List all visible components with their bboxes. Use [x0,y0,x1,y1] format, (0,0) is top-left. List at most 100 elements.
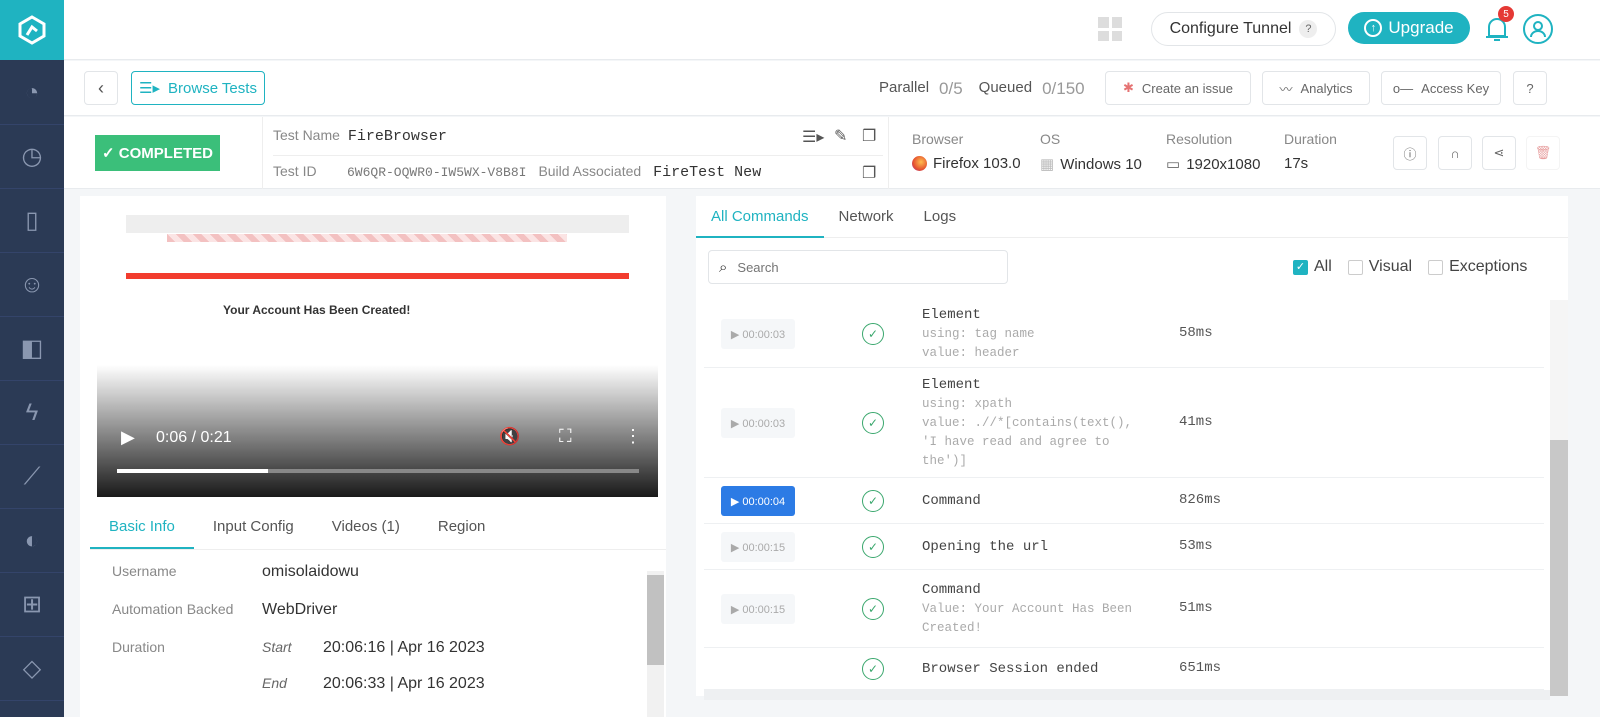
bell-icon[interactable]: 5 [1484,6,1514,44]
edit-pencil-icon[interactable]: ✎ [834,126,847,146]
apps-shapes-icon[interactable]: ◇ [0,637,64,701]
info-tab[interactable]: Input Config [194,518,313,549]
upgrade-button[interactable]: ↑ Upgrade [1348,12,1470,44]
circle-half-icon[interactable]: ◐ [0,509,64,573]
checkbox-icon[interactable] [1347,259,1363,275]
command-row[interactable]: ▶ 00:00:03 ✓ Element using: xpath value: .//… [704,368,1544,478]
timestamp-button[interactable]: ▶ 00:00:03 [721,408,795,438]
test-info-bar: ✓ COMPLETED Test Name FireBrowser Test I… [64,117,1600,189]
test-id-label: Test ID [273,163,317,179]
command-duration: 826ms [1179,492,1222,508]
filter-checkbox[interactable]: Visual [1347,258,1413,276]
user-avatar-icon[interactable] [1523,14,1553,44]
video-progress-bar[interactable] [117,469,639,473]
build-name: FireTest New [653,164,762,181]
resolution-label: Resolution [1166,131,1233,147]
key-icon: o— [1392,80,1414,96]
search-box[interactable]: ⌕ [708,250,1008,284]
mobile-bolt-icon[interactable]: ▯ [0,189,64,253]
split-screen-icon[interactable]: ◧ [0,317,64,381]
apps-grid-icon[interactable] [1098,17,1122,41]
checkbox-icon[interactable]: ✓ [1293,259,1308,275]
command-detail: 'I have read and agree to [922,435,1110,449]
command-row[interactable]: ▶ 00:00:04 ✓ Command 826ms [704,478,1544,524]
play-icon[interactable]: ▶ [121,427,135,448]
filter-label: Exceptions [1449,258,1528,275]
clock-history-icon[interactable]: ◷ [0,125,64,189]
fullscreen-icon[interactable]: ⛶ [559,426,572,447]
queued-value: 0/150 [1042,79,1085,98]
create-issue-button[interactable]: ✱ Create an issue [1105,71,1251,105]
magnet-button[interactable]: ∩ [1438,136,1472,170]
checkbox-icon[interactable] [1428,259,1444,275]
mute-icon[interactable]: 🔇 [499,427,520,447]
command-title: Element [922,307,981,323]
help-icon[interactable]: ? [1299,20,1318,38]
delete-button[interactable]: 🗑 [1526,136,1560,170]
command-title: Command [922,493,981,509]
status-badge: ✓ COMPLETED [95,135,220,171]
timestamp-button[interactable]: ▶ 00:00:04 [721,486,795,516]
test-name: FireBrowser [347,128,447,145]
configure-tunnel-label: Configure Tunnel [1169,20,1292,37]
sub-toolbar: ‹ ☰▸ Browse Tests Parallel 0/5 Queued 0/1… [64,61,1600,116]
browse-tests-label: Browse Tests [168,79,257,97]
info-tab[interactable]: Region [419,518,505,549]
plus-square-icon[interactable]: ⊞ [0,573,64,637]
analytics-chart-icon[interactable]: ⟋ [0,445,64,509]
list-play-icon[interactable]: ☰▸ [802,127,824,147]
list-play-icon: ☰▸ [139,80,161,97]
command-title: Element [922,377,981,393]
timestamp-button[interactable]: ▶ 00:00:03 [721,319,795,349]
filter-checkbox[interactable]: ✓ All [1293,258,1332,276]
command-row[interactable]: ▶ 00:00:15 ✓ Opening the url 53ms [704,524,1544,570]
configure-tunnel-button[interactable]: Configure Tunnel ? [1151,12,1336,46]
video-player[interactable]: Your Account Has Been Created! ▶ 0:06 / … [97,205,658,497]
automation-label: Automation Backed [112,601,234,617]
os-value: Windows 10 [1060,155,1142,173]
dashboard-gauge-icon[interactable]: ◔ [0,61,64,125]
info-button[interactable]: ⓘ [1393,136,1427,170]
logo-icon[interactable] [0,0,64,60]
copy-id-icon[interactable]: ❐ [862,163,876,183]
timestamp-button[interactable]: ▶ 00:00:15 [721,532,795,562]
horizontal-scrollbar[interactable] [704,690,1550,700]
help-button[interactable]: ? [1513,71,1547,105]
parallel-label: Parallel [879,79,930,96]
sidebar: ◔ ◷ ▯ ☺ ◧ ϟ ⟋ ◐ ⊞ ◇ [0,0,64,717]
test-id: 6W6QR-OQWR0-IW5WX-V8B8I [347,165,527,180]
share-button[interactable]: ⋖ [1482,136,1516,170]
more-vertical-icon[interactable]: ⋮ [624,426,642,447]
command-tab[interactable]: All Commands [696,196,824,238]
commands-panel: All CommandsNetworkLogs ⌕ ✓ All Visual Exce… [696,196,1568,700]
info-tab[interactable]: Videos (1) [313,518,419,549]
info-scrollbar[interactable] [647,571,664,717]
back-button[interactable]: ‹ [84,71,118,105]
end-label: End [262,675,287,691]
info-tab[interactable]: Basic Info [90,518,194,549]
resolution-value: 1920x1080 [1186,155,1261,173]
duration-label: Duration [1284,131,1337,147]
access-key-button[interactable]: o— Access Key [1381,71,1501,105]
success-check-icon: ✓ [862,490,884,512]
filter-checkbox[interactable]: Exceptions [1428,258,1527,276]
analytics-button[interactable]: 〰 Analytics [1262,71,1370,105]
search-icon: ⌕ [719,258,728,276]
lightning-icon[interactable]: ϟ [0,381,64,445]
robot-icon[interactable]: ☺ [0,253,64,317]
timestamp-button[interactable]: ▶ 00:00:15 [721,594,795,624]
copy-icon[interactable]: ❐ [862,126,876,146]
command-tab[interactable]: Logs [909,196,972,238]
command-detail: using: xpath [922,397,1013,411]
command-row[interactable]: ▶ 00:00:03 ✓ Element using: tag name value: … [704,300,1544,368]
browse-tests-button[interactable]: ☰▸ Browse Tests [131,71,265,105]
command-tab[interactable]: Network [824,196,909,238]
commands-scrollbar[interactable] [1550,300,1568,696]
command-row[interactable]: ✓ Browser Session ended 651ms [704,648,1544,690]
filter-label: Visual [1368,258,1413,275]
automation-value: WebDriver [262,601,338,618]
command-row[interactable]: ▶ 00:00:15 ✓ Command Value: Your Account Ha… [704,570,1544,648]
search-input[interactable] [737,259,978,275]
analytics-label: Analytics [1300,80,1353,96]
command-title: Command [922,582,981,598]
